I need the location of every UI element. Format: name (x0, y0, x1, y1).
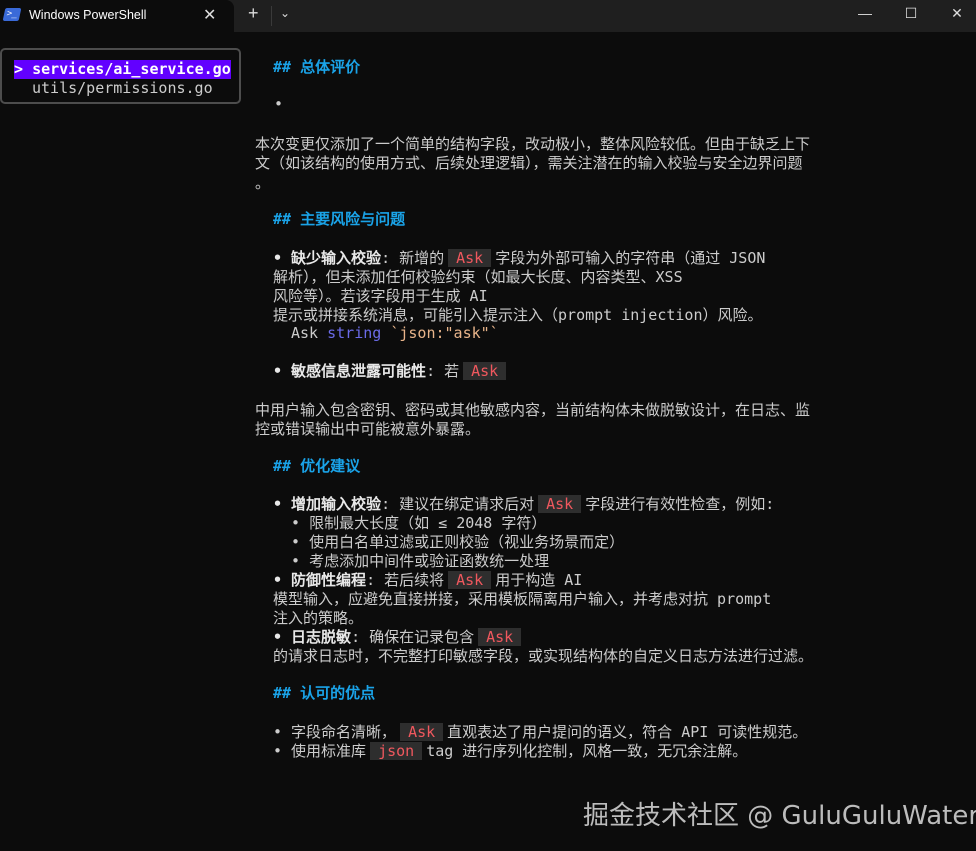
chevron-down-icon[interactable]: ⌄ (280, 6, 290, 20)
code-tag: `json:"ask"` (381, 324, 499, 342)
tab-windows-powershell[interactable]: >_ Windows PowerShell ✕ (0, 0, 234, 32)
sub-item: • 考虑添加中间件或验证函数统一处理 (273, 552, 550, 570)
empty-bullet: • (274, 95, 284, 113)
paragraph-line: 控或错误输出中可能被意外暴露。 (255, 420, 481, 438)
inline-code: json (370, 742, 423, 760)
list-item: • 敏感信息泄露可能性: 若 Ask (273, 362, 510, 381)
item-continuation: 模型输入，应避免直接拼接，采用模板隔离用户输入，并考虑对抗 prompt (273, 590, 772, 608)
item-text: • 字段命名清晰， (273, 723, 397, 741)
heading-suggestions: ## 优化建议 (273, 457, 361, 475)
item-text: : 建议在绑定请求后对 (381, 495, 535, 513)
item-continuation: 注入的策略。 (273, 609, 364, 627)
file-item-selected[interactable]: > services/ai_service.go (14, 60, 231, 79)
title-bar: >_ Windows PowerShell ✕ + ⌄ — ☐ ✕ (0, 0, 976, 32)
paragraph-line: 本次变更仅添加了一个简单的结构字段，改动极小，整体风险较低。但由于缺乏上下 (255, 135, 811, 153)
paragraph-line: 中用户输入包含密钥、密码或其他敏感内容，当前结构体未做脱敏设计，在日志、监 (255, 401, 811, 419)
heading-strengths: ## 认可的优点 (273, 684, 376, 702)
list-item: • 防御性编程: 若后续将 Ask 用于构造 AI (273, 571, 582, 590)
code-ident: Ask (291, 324, 328, 342)
watermark: 掘金技术社区 @ GuluGuluWater (583, 801, 976, 831)
item-text: : 若 (426, 362, 460, 380)
item-title: • 缺少输入校验 (273, 249, 382, 267)
item-text: : 新增的 (381, 249, 445, 267)
heading-overall: ## 总体评价 (273, 58, 361, 76)
list-item: • 缺少输入校验: 新增的 Ask 字段为外部可输入的字符串（通过 JSON (273, 249, 765, 268)
item-continuation: 风险等）。若该字段用于生成 AI (273, 287, 488, 305)
item-text: : 确保在记录包含 (351, 628, 475, 646)
inline-code: Ask (400, 723, 444, 741)
item-title: • 增加输入校验 (273, 495, 382, 513)
sub-item: • 使用白名单过滤或正则校验（视业务场景而定） (273, 533, 625, 551)
close-tab-icon[interactable]: ✕ (203, 5, 216, 25)
inline-code: Ask (538, 495, 582, 513)
code-line: Ask string `json:"ask"` (291, 324, 499, 343)
list-item: • 日志脱敏: 确保在记录包含 Ask (273, 628, 525, 647)
item-title: • 防御性编程 (273, 571, 367, 589)
item-continuation: 提示或拼接系统消息，可能引入提示注入（prompt injection）风险。 (273, 306, 763, 324)
powershell-icon: >_ (2, 8, 22, 21)
file-picker: > services/ai_service.go utils/permissio… (0, 48, 241, 104)
list-item: • 增加输入校验: 建议在绑定请求后对 Ask 字段进行有效性检查，例如: (273, 495, 774, 514)
heading-risks: ## 主要风险与问题 (273, 210, 406, 228)
file-item[interactable]: utils/permissions.go (32, 79, 213, 98)
list-item: • 字段命名清晰， Ask 直观表达了用户提问的语义，符合 API 可读性规范。 (273, 723, 807, 742)
item-text: 字段进行有效性检查，例如: (585, 495, 775, 513)
item-text: 直观表达了用户提问的语义，符合 API 可读性规范。 (447, 723, 808, 741)
inline-code: Ask (448, 571, 492, 589)
inline-code: Ask (448, 249, 492, 267)
tab-title: Windows PowerShell (29, 8, 147, 22)
maximize-button[interactable]: ☐ (888, 2, 934, 28)
new-tab-button[interactable]: + (248, 3, 259, 24)
item-title: • 敏感信息泄露可能性 (273, 362, 427, 380)
item-text: tag 进行序列化控制，风格一致，无冗余注解。 (426, 742, 748, 760)
inline-code: Ask (478, 628, 522, 646)
item-text: 字段为外部可输入的字符串（通过 JSON (495, 249, 766, 267)
paragraph-line: 。 (255, 174, 271, 192)
item-title: • 日志脱敏 (273, 628, 352, 646)
item-continuation: 解析），但未添加任何校验约束（如最大长度、内容类型、XSS (273, 268, 683, 286)
item-continuation: 的请求日志时，不完整打印敏感字段，或实现结构体的自定义日志方法进行过滤。 (273, 647, 814, 665)
file-name: services/ai_service.go (32, 60, 231, 78)
minimize-button[interactable]: — (842, 2, 888, 28)
sub-item: • 限制最大长度（如 ≤ 2048 字符） (273, 514, 547, 532)
close-window-button[interactable]: ✕ (934, 2, 976, 28)
divider (271, 6, 272, 26)
item-text: : 若后续将 (366, 571, 445, 589)
paragraph-line: 文（如该结构的使用方式、后续处理逻辑），需关注潜在的输入校验与安全边界问题 (255, 154, 803, 172)
selection-caret: > (14, 60, 33, 78)
item-text: • 使用标准库 (273, 742, 367, 760)
inline-code: Ask (463, 362, 507, 380)
item-text: 用于构造 AI (495, 571, 583, 589)
code-type: string (327, 324, 382, 342)
list-item: • 使用标准库 json tag 进行序列化控制，风格一致，无冗余注解。 (273, 742, 747, 761)
